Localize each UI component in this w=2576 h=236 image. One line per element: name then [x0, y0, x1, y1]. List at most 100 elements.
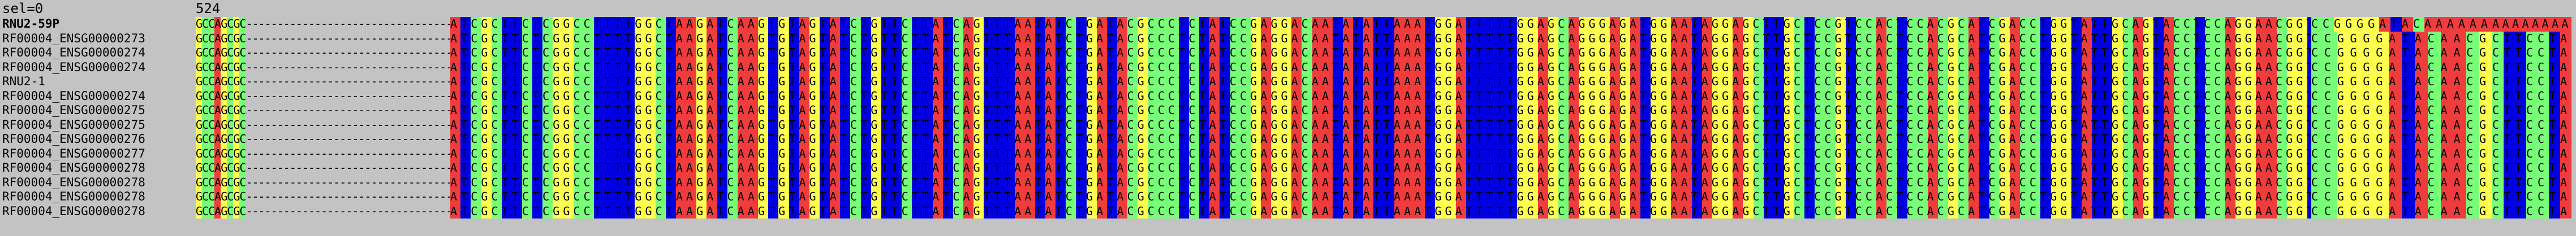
- residue-a: [1415, 75, 1425, 89]
- alignment-row[interactable]: GCCAGCGC--------------------------------…: [196, 46, 2571, 60]
- alignment-row[interactable]: GCCAGCGC--------------------------------…: [196, 132, 2571, 147]
- residue-g: [2297, 75, 2308, 89]
- alignment-row[interactable]: GCCAGCGC--------------------------------…: [196, 146, 2571, 161]
- residue-g: [1281, 103, 1293, 118]
- residue-g: [1271, 132, 1282, 147]
- residue-a: [1291, 17, 1303, 32]
- residue-a: [1117, 89, 1128, 103]
- sequence-name[interactable]: RF00004_ENSG00000278: [2, 176, 183, 190]
- sequence-name[interactable]: RF00004_ENSG00000274: [2, 89, 183, 104]
- residue-c: [1917, 60, 1928, 75]
- residue-c: [239, 204, 247, 218]
- residue-g: [1784, 103, 1795, 118]
- sequence-right-segment: [2311, 89, 2492, 103]
- residue-t: [1004, 204, 1015, 218]
- sequence-name[interactable]: RF00004_ENSG00000278: [2, 204, 183, 219]
- alignment-row[interactable]: GCCAGCGC--------------------------------…: [196, 190, 2571, 204]
- residue-g: [696, 146, 708, 161]
- residue-g: [2246, 132, 2257, 147]
- residue-c: [1815, 117, 1826, 132]
- sequence-name[interactable]: RF00004_ENSG00000274: [2, 46, 183, 60]
- alignment-row[interactable]: GCCAGCGC--------------------------------…: [196, 117, 2571, 132]
- residue-a: [748, 117, 759, 132]
- residue-t: [1804, 161, 1816, 176]
- residue-c: [2466, 161, 2480, 176]
- residue-t: [768, 60, 779, 75]
- residue-t: [2071, 60, 2082, 75]
- residue-t: [2515, 46, 2526, 60]
- residue-g: [2337, 175, 2350, 190]
- sequence-name[interactable]: RF00004_ENSG00000273: [2, 32, 183, 46]
- residue-c: [1794, 146, 1806, 161]
- residue-a: [1927, 161, 1939, 176]
- residue-a: [2164, 146, 2175, 161]
- residue-t: [1353, 117, 1364, 132]
- residue-c: [471, 60, 482, 75]
- sequence-name[interactable]: RF00004_ENSG00000278: [2, 190, 183, 204]
- sequence-name[interactable]: RF00004_ENSG00000278: [2, 161, 183, 176]
- residue-t: [840, 60, 851, 75]
- residue-g: [1651, 60, 1662, 75]
- residue-g: [1712, 117, 1723, 132]
- residue-t: [511, 146, 523, 161]
- residue-g: [758, 31, 769, 46]
- sequence-name[interactable]: RF00004_ENSG00000275: [2, 103, 183, 118]
- residue-t: [1373, 190, 1385, 204]
- sequence-name[interactable]: RNU2-59P: [2, 17, 183, 32]
- residue-a: [707, 103, 718, 118]
- residue-t: [2549, 60, 2560, 75]
- residue-g: [1589, 75, 1600, 89]
- residue-t: [1486, 146, 1497, 161]
- residue-c: [583, 103, 595, 118]
- residue-g: [2350, 75, 2363, 89]
- residue-a: [1014, 17, 1026, 32]
- residue-a: [1455, 175, 1467, 190]
- residue-t: [2549, 132, 2560, 147]
- sequence-name[interactable]: RF00004_ENSG00000277: [2, 147, 183, 161]
- sequence-name[interactable]: RNU2-1: [2, 75, 183, 89]
- alignment-viewer: sel=0 524 RNU2-59P RF00004_ENSG00000273 RF…: [0, 0, 2576, 236]
- residue-t: [1425, 75, 1436, 89]
- residue-t: [860, 190, 872, 204]
- residue-t: [511, 117, 523, 132]
- residue-t: [891, 146, 902, 161]
- residue-c: [2466, 175, 2480, 190]
- alignment-row[interactable]: GCCAGCGC--------------------------------…: [196, 31, 2571, 46]
- residue-a: [686, 103, 697, 118]
- residue-a: [676, 17, 687, 32]
- residue-c: [239, 117, 247, 132]
- alignment-row[interactable]: GCCAGCGC--------------------------------…: [196, 17, 2571, 32]
- sequence-name[interactable]: RF00004_ENSG00000276: [2, 132, 183, 147]
- alignment-row[interactable]: GCCAGCGC--------------------------------…: [196, 89, 2571, 103]
- residue-t: [2194, 46, 2205, 60]
- alignment-row[interactable]: GCCAGCGC--------------------------------…: [196, 60, 2571, 75]
- residue-t: [2040, 60, 2052, 75]
- residue-a: [1455, 103, 1467, 118]
- sequence-name[interactable]: RF00004_ENSG00000275: [2, 118, 183, 133]
- residue-t: [1804, 175, 1816, 190]
- residue-t: [1220, 17, 1231, 32]
- residue-c: [2174, 31, 2185, 46]
- residue-g: [635, 175, 646, 190]
- alignment-row[interactable]: GCCAGCGC--------------------------------…: [196, 103, 2571, 118]
- residue-a: [1014, 31, 1026, 46]
- residue-g: [1548, 17, 1559, 32]
- residue-t: [532, 117, 544, 132]
- alignment-row[interactable]: GCCAGCGC--------------------------------…: [196, 204, 2571, 218]
- alignment-row[interactable]: GCCAGCGC--------------------------------…: [196, 75, 2571, 89]
- alignment-panel[interactable]: GCCAGCGC--------------------------------…: [196, 17, 2571, 234]
- sequence-left-segment: [196, 31, 490, 46]
- residue-c: [2215, 75, 2226, 89]
- residue-c: [1148, 103, 1159, 118]
- residue-t: [1497, 60, 1508, 75]
- alignment-row[interactable]: GCCAGCGC--------------------------------…: [196, 175, 2571, 190]
- residue-a: [963, 204, 974, 218]
- alignment-row[interactable]: GCCAGCGC--------------------------------…: [196, 161, 2571, 176]
- residue-a: [2225, 132, 2236, 147]
- sequence-name[interactable]: RF00004_ENSG00000274: [2, 60, 183, 75]
- residue-a: [1096, 190, 1108, 204]
- residue-c: [1989, 103, 2000, 118]
- residue-g: [563, 175, 574, 190]
- residue-a: [2164, 17, 2175, 32]
- residue-a: [2010, 204, 2021, 218]
